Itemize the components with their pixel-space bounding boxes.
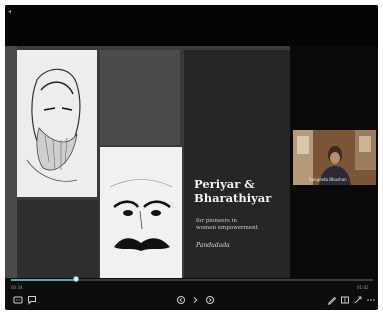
previous-icon[interactable] <box>176 295 186 305</box>
periyar-sketch-image <box>26 68 81 182</box>
time-elapsed: 00:34 <box>11 285 23 290</box>
slide-title: Periyar & Bharathiyar <box>194 177 272 205</box>
gray-panel-bottom <box>17 200 99 278</box>
slide-author: Pandudada <box>196 242 230 249</box>
control-bar <box>5 291 378 310</box>
back-arrow-icon[interactable]: ◂ <box>8 9 12 15</box>
progress-fill <box>11 279 76 281</box>
next-icon[interactable] <box>190 295 200 305</box>
comment-icon[interactable] <box>27 295 37 305</box>
fullscreen-icon[interactable] <box>353 295 363 305</box>
more-icon[interactable] <box>366 295 376 305</box>
pen-icon[interactable] <box>327 295 337 305</box>
layout-icon[interactable] <box>340 295 350 305</box>
participant-name: Sangeeta Bhushan <box>309 177 347 182</box>
top-bar <box>5 5 378 46</box>
slide-counter-icon[interactable] <box>205 295 215 305</box>
presentation-slide: Periyar & Bharathiyar for pioneers in wo… <box>5 46 290 278</box>
slide-subtitle: for pioneers in women empowerment <box>196 218 258 231</box>
progress-handle[interactable] <box>73 276 79 282</box>
bharathiyar-sketch-image <box>109 179 173 251</box>
captions-icon[interactable] <box>13 295 23 305</box>
slide-edge-strip <box>5 46 17 278</box>
participant-video-tile[interactable]: Sangeeta Bhushan <box>293 130 376 185</box>
time-total: 01:02 <box>357 285 369 290</box>
gray-panel-top <box>100 50 180 145</box>
video-player: ◂ Periyar & Bharathiyar for pioneers in … <box>5 5 378 310</box>
